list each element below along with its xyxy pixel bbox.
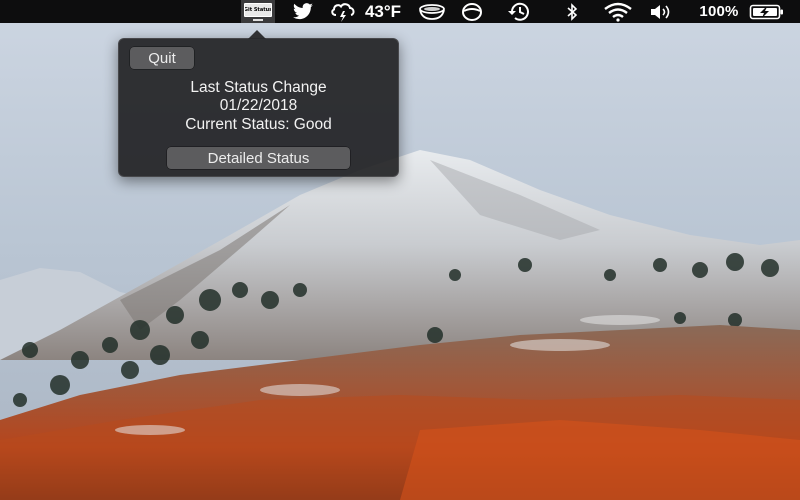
monitor-icon: Git Status (244, 3, 272, 17)
quit-button[interactable]: Quit (130, 47, 194, 69)
volume-icon[interactable] (648, 0, 676, 23)
time-machine-icon[interactable] (504, 0, 534, 23)
menu-bar: Git Status 43°F 100% (0, 0, 800, 23)
status-popover: Quit Last Status Change 01/22/2018 Curre… (118, 30, 399, 177)
status-app-menubar-icon[interactable]: Git Status (241, 0, 275, 23)
bluetooth-icon[interactable] (562, 0, 582, 23)
wifi-icon[interactable] (601, 0, 635, 23)
detailed-status-button[interactable]: Detailed Status (167, 147, 350, 169)
bowl-icon[interactable] (417, 0, 447, 23)
last-status-change-label: Last Status Change (190, 79, 327, 96)
thunderstorm-cloud-icon[interactable] (328, 0, 358, 23)
twitter-bird-icon[interactable] (289, 0, 317, 23)
battery-charging-icon[interactable] (748, 0, 786, 23)
last-status-change-date: 01/22/2018 (219, 97, 298, 114)
battery-percentage[interactable]: 100% (694, 0, 744, 23)
weather-temperature[interactable]: 43°F (358, 0, 408, 23)
current-status-text: Current Status: Good (185, 116, 332, 133)
circle-slash-icon[interactable] (459, 0, 485, 23)
popover-arrow (248, 30, 266, 39)
desktop: Git Status 43°F 100% Quit Last Status Ch… (0, 0, 800, 500)
